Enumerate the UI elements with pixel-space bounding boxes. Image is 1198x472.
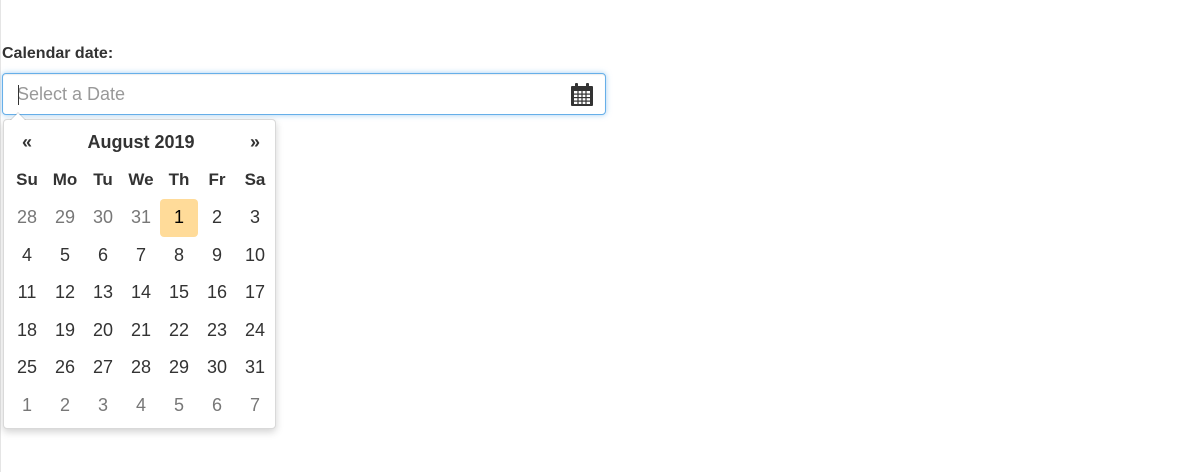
- day-cell[interactable]: 31: [122, 199, 160, 237]
- weekday-header: Fr: [208, 170, 226, 190]
- month-title[interactable]: August 2019: [46, 124, 236, 162]
- day-cell[interactable]: 20: [84, 312, 122, 350]
- day-cell[interactable]: 5: [160, 387, 198, 425]
- day-cell[interactable]: 14: [122, 274, 160, 312]
- next-month-button[interactable]: »: [236, 124, 274, 162]
- day-cell[interactable]: 6: [84, 237, 122, 275]
- day-cell[interactable]: 4: [122, 387, 160, 425]
- datepicker-arrow-inner: [11, 113, 25, 120]
- day-cell[interactable]: 31: [236, 349, 274, 387]
- week-row: 1 2 3 4 5 6 7: [8, 387, 274, 425]
- day-cell[interactable]: 21: [122, 312, 160, 350]
- day-cell[interactable]: 27: [84, 349, 122, 387]
- day-cell[interactable]: 12: [46, 274, 84, 312]
- date-input-group[interactable]: [2, 73, 606, 115]
- weekday-header: Su: [16, 170, 38, 190]
- calendar-date-label: Calendar date:: [2, 45, 114, 62]
- text-cursor: [18, 85, 19, 105]
- day-cell[interactable]: 24: [236, 312, 274, 350]
- week-row: 28 29 30 31 1 2 3: [8, 199, 274, 237]
- day-cell[interactable]: 8: [160, 237, 198, 275]
- day-cell[interactable]: 15: [160, 274, 198, 312]
- day-cell[interactable]: 29: [160, 349, 198, 387]
- date-input[interactable]: [3, 74, 563, 114]
- day-cell-today[interactable]: 1: [160, 199, 198, 237]
- day-cell[interactable]: 18: [8, 312, 46, 350]
- weekday-header: Th: [168, 170, 190, 190]
- weekday-header: Sa: [244, 170, 266, 190]
- datepicker-table: « August 2019 » Su Mo Tu We Th Fr Sa 28: [8, 124, 274, 424]
- day-cell[interactable]: 7: [236, 387, 274, 425]
- day-cell[interactable]: 28: [122, 349, 160, 387]
- week-row: 18 19 20 21 22 23 24: [8, 312, 274, 350]
- day-cell[interactable]: 13: [84, 274, 122, 312]
- day-cell[interactable]: 2: [198, 199, 236, 237]
- day-cell[interactable]: 1: [8, 387, 46, 425]
- day-cell[interactable]: 30: [84, 199, 122, 237]
- datepicker-dropdown: « August 2019 » Su Mo Tu We Th Fr Sa 28: [3, 112, 276, 429]
- left-divider: [0, 0, 1, 472]
- day-cell[interactable]: 29: [46, 199, 84, 237]
- day-cell[interactable]: 26: [46, 349, 84, 387]
- day-cell[interactable]: 5: [46, 237, 84, 275]
- day-cell[interactable]: 3: [84, 387, 122, 425]
- day-cell[interactable]: 7: [122, 237, 160, 275]
- day-cell[interactable]: 25: [8, 349, 46, 387]
- day-cell[interactable]: 30: [198, 349, 236, 387]
- day-cell[interactable]: 19: [46, 312, 84, 350]
- day-cell[interactable]: 4: [8, 237, 46, 275]
- weekday-header: Mo: [52, 170, 78, 190]
- day-cell[interactable]: 3: [236, 199, 274, 237]
- day-cell[interactable]: 6: [198, 387, 236, 425]
- page: Calendar date: Select a Date « August 20…: [0, 0, 1198, 472]
- day-cell[interactable]: 11: [8, 274, 46, 312]
- day-cell[interactable]: 16: [198, 274, 236, 312]
- day-cell[interactable]: 10: [236, 237, 274, 275]
- day-cell[interactable]: 9: [198, 237, 236, 275]
- day-cell[interactable]: 22: [160, 312, 198, 350]
- week-row: 11 12 13 14 15 16 17: [8, 274, 274, 312]
- day-cell[interactable]: 17: [236, 274, 274, 312]
- day-cell[interactable]: 28: [8, 199, 46, 237]
- weekday-header: We: [128, 170, 154, 190]
- calendar-icon[interactable]: [569, 82, 595, 108]
- week-row: 4 5 6 7 8 9 10: [8, 237, 274, 275]
- day-cell[interactable]: 2: [46, 387, 84, 425]
- week-row: 25 26 27 28 29 30 31: [8, 349, 274, 387]
- weekday-header: Tu: [93, 170, 113, 190]
- day-cell[interactable]: 23: [198, 312, 236, 350]
- prev-month-button[interactable]: «: [8, 124, 46, 162]
